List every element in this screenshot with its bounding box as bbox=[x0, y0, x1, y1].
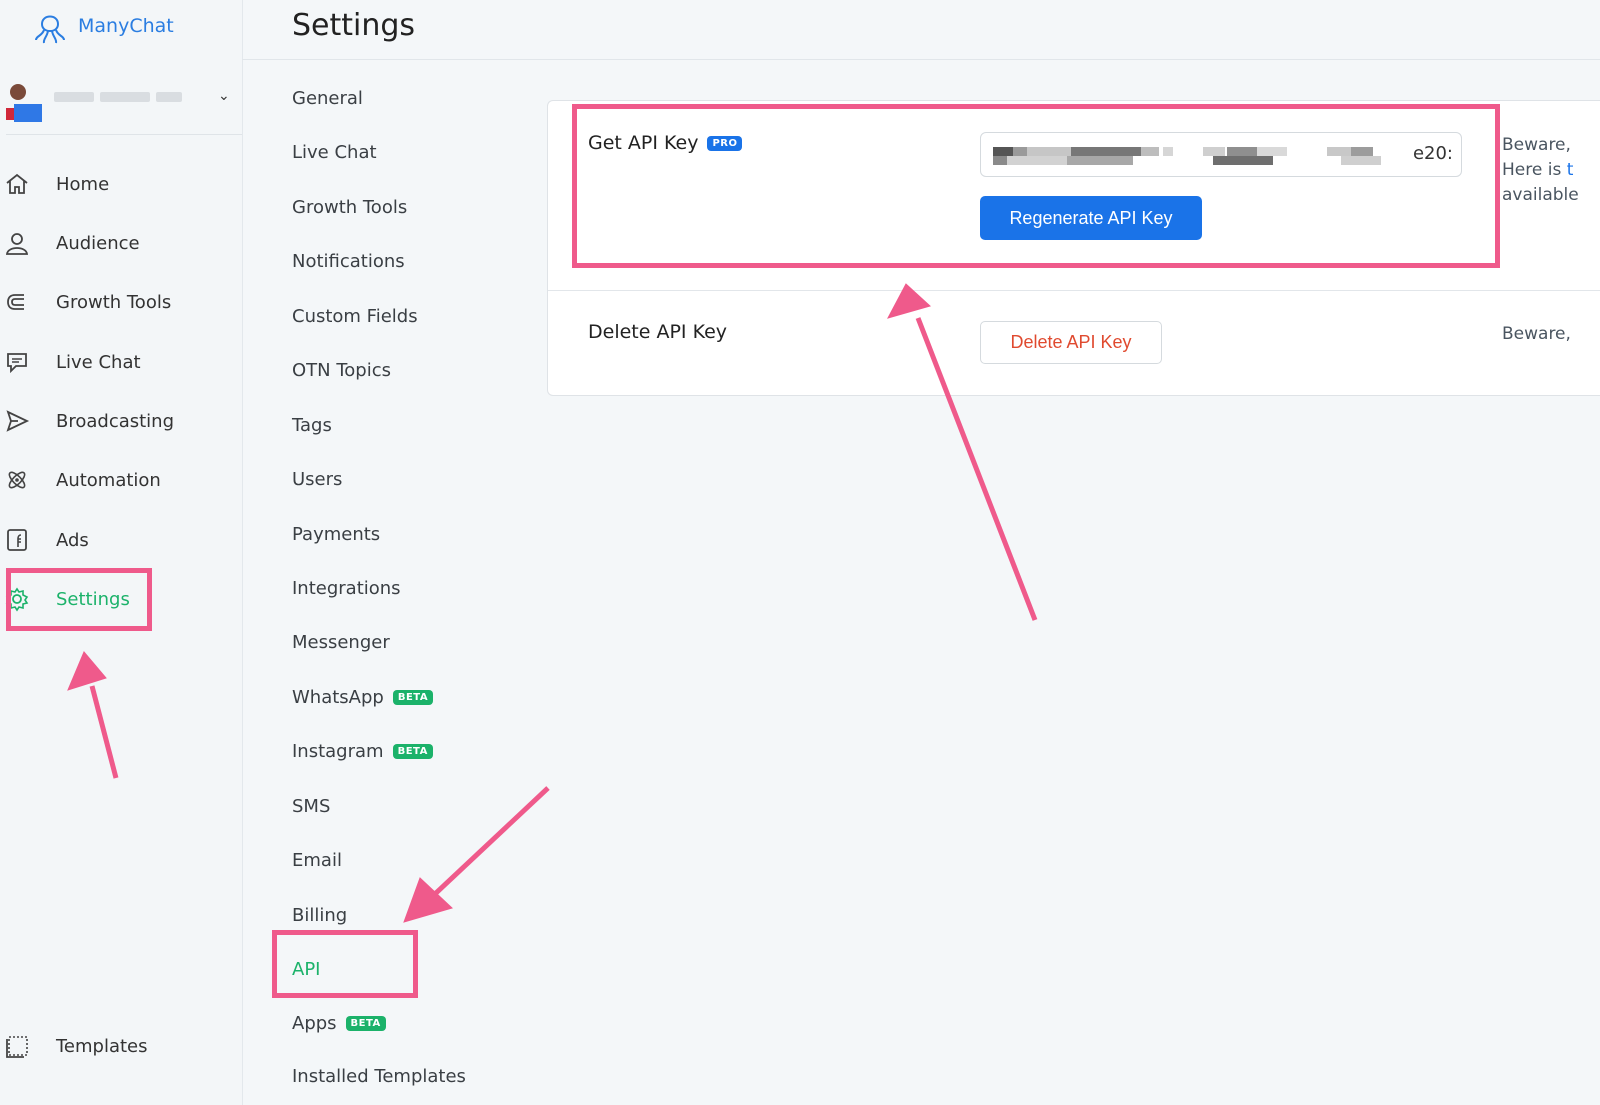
settings-menu-item-apps[interactable]: Apps BETA bbox=[292, 1009, 386, 1037]
settings-menu-label: Instagram bbox=[292, 740, 384, 762]
settings-menu-label: Tags bbox=[292, 414, 332, 436]
settings-menu-label: Integrations bbox=[292, 577, 401, 599]
annotation-highlight-api-key bbox=[572, 104, 1500, 268]
delete-api-key-button[interactable]: Delete API Key bbox=[980, 321, 1162, 364]
settings-menu-label: Custom Fields bbox=[292, 305, 418, 327]
left-navigation: ManyChat ⌄ Home Audience Growth Tools Li… bbox=[0, 0, 243, 1105]
avatar bbox=[6, 84, 42, 122]
user-icon bbox=[0, 226, 34, 260]
magnet-icon bbox=[0, 285, 34, 319]
beta-badge: BETA bbox=[345, 1015, 386, 1031]
settings-menu-label: Growth Tools bbox=[292, 196, 408, 218]
settings-menu-label: Email bbox=[292, 849, 342, 871]
settings-menu-item-instagram[interactable]: Instagram BETA bbox=[292, 737, 433, 765]
annotation-highlight-settings bbox=[6, 568, 152, 631]
templates-icon bbox=[0, 1029, 34, 1063]
settings-menu-label: Live Chat bbox=[292, 141, 377, 163]
settings-menu-label: SMS bbox=[292, 795, 331, 817]
sidebar-item-automation[interactable]: Automation bbox=[0, 458, 200, 502]
card-divider bbox=[548, 290, 1600, 291]
sidebar-item-label: Ads bbox=[56, 529, 89, 551]
facebook-ads-icon bbox=[0, 523, 34, 557]
settings-menu-item-billing[interactable]: Billing bbox=[292, 901, 347, 929]
settings-menu-label: WhatsApp bbox=[292, 686, 384, 708]
send-icon bbox=[0, 404, 34, 438]
beta-badge: BETA bbox=[392, 743, 433, 759]
annotation-arrow-head bbox=[403, 877, 453, 923]
chevron-down-icon[interactable]: ⌄ bbox=[218, 88, 230, 104]
header-divider bbox=[242, 59, 1600, 60]
api-key-note-line1: Beware, bbox=[1502, 135, 1571, 155]
settings-menu-label: General bbox=[292, 87, 363, 109]
account-name-redacted bbox=[100, 92, 150, 102]
sidebar-item-label: Templates bbox=[56, 1035, 148, 1057]
app-name: ManyChat bbox=[78, 15, 174, 37]
sidebar-item-templates[interactable]: Templates bbox=[0, 1024, 200, 1068]
home-icon bbox=[0, 167, 34, 201]
page-title: Settings bbox=[292, 8, 416, 43]
sidebar-item-ads[interactable]: Ads bbox=[0, 518, 200, 562]
settings-menu-label: Payments bbox=[292, 523, 381, 545]
settings-menu-item-email[interactable]: Email bbox=[292, 846, 342, 874]
account-name-redacted bbox=[156, 92, 182, 102]
settings-menu-item-messenger[interactable]: Messenger bbox=[292, 628, 390, 656]
api-key-note-prefix: Here is bbox=[1502, 160, 1567, 180]
settings-menu-item-growth-tools[interactable]: Growth Tools bbox=[292, 193, 407, 221]
settings-menu-item-payments[interactable]: Payments bbox=[292, 520, 380, 548]
sidebar-item-label: Automation bbox=[56, 469, 161, 491]
settings-menu-item-general[interactable]: General bbox=[292, 84, 363, 112]
manychat-logo[interactable]: ManyChat bbox=[30, 6, 174, 46]
settings-menu-item-live-chat[interactable]: Live Chat bbox=[292, 138, 377, 166]
account-name-redacted bbox=[54, 92, 94, 102]
settings-menu-label: Billing bbox=[292, 904, 348, 926]
annotation-highlight-api bbox=[272, 930, 418, 998]
sidebar-item-label: Growth Tools bbox=[56, 291, 172, 313]
sidebar-item-home[interactable]: Home bbox=[0, 162, 200, 206]
settings-menu-item-whatsapp[interactable]: WhatsApp BETA bbox=[292, 683, 434, 711]
api-key-note-line3: available bbox=[1502, 185, 1579, 205]
delete-api-key-label: Delete API Key bbox=[588, 321, 728, 343]
settings-menu-label: Apps bbox=[292, 1012, 337, 1034]
beta-badge: BETA bbox=[392, 689, 434, 705]
account-switcher[interactable]: ⌄ bbox=[6, 78, 242, 135]
settings-menu-item-installed-templates[interactable]: Installed Templates bbox=[292, 1062, 466, 1090]
settings-menu-item-integrations[interactable]: Integrations bbox=[292, 574, 401, 602]
annotation-arrow-to-api bbox=[434, 786, 550, 895]
settings-menu-item-notifications[interactable]: Notifications bbox=[292, 247, 405, 275]
settings-menu-item-users[interactable]: Users bbox=[292, 465, 342, 493]
sidebar-item-broadcasting[interactable]: Broadcasting bbox=[0, 399, 200, 443]
sidebar-item-label: Live Chat bbox=[56, 351, 141, 373]
settings-menu-item-tags[interactable]: Tags bbox=[292, 411, 332, 439]
sidebar-item-label: Audience bbox=[56, 232, 140, 254]
settings-menu-item-custom-fields[interactable]: Custom Fields bbox=[292, 302, 418, 330]
atom-icon bbox=[0, 463, 34, 497]
sidebar-item-label: Broadcasting bbox=[56, 410, 175, 432]
sidebar-item-live-chat[interactable]: Live Chat bbox=[0, 340, 200, 384]
chat-icon bbox=[0, 345, 34, 379]
settings-menu-label: Users bbox=[292, 468, 343, 490]
settings-menu-item-otn-topics[interactable]: OTN Topics bbox=[292, 356, 391, 384]
delete-key-note: Beware, bbox=[1502, 324, 1571, 344]
api-docs-link[interactable]: t bbox=[1567, 160, 1574, 180]
settings-menu-label: OTN Topics bbox=[292, 359, 391, 381]
settings-menu-label: Installed Templates bbox=[292, 1065, 466, 1087]
settings-menu-item-sms[interactable]: SMS bbox=[292, 792, 330, 820]
api-key-note-line2: Here is t bbox=[1502, 160, 1573, 180]
manychat-octopus-icon bbox=[35, 15, 65, 44]
sidebar-item-growth-tools[interactable]: Growth Tools bbox=[0, 280, 200, 324]
sidebar-item-label: Home bbox=[56, 173, 110, 195]
sidebar-item-audience[interactable]: Audience bbox=[0, 221, 200, 265]
settings-menu-label: Messenger bbox=[292, 631, 390, 653]
settings-menu-label: Notifications bbox=[292, 250, 405, 272]
